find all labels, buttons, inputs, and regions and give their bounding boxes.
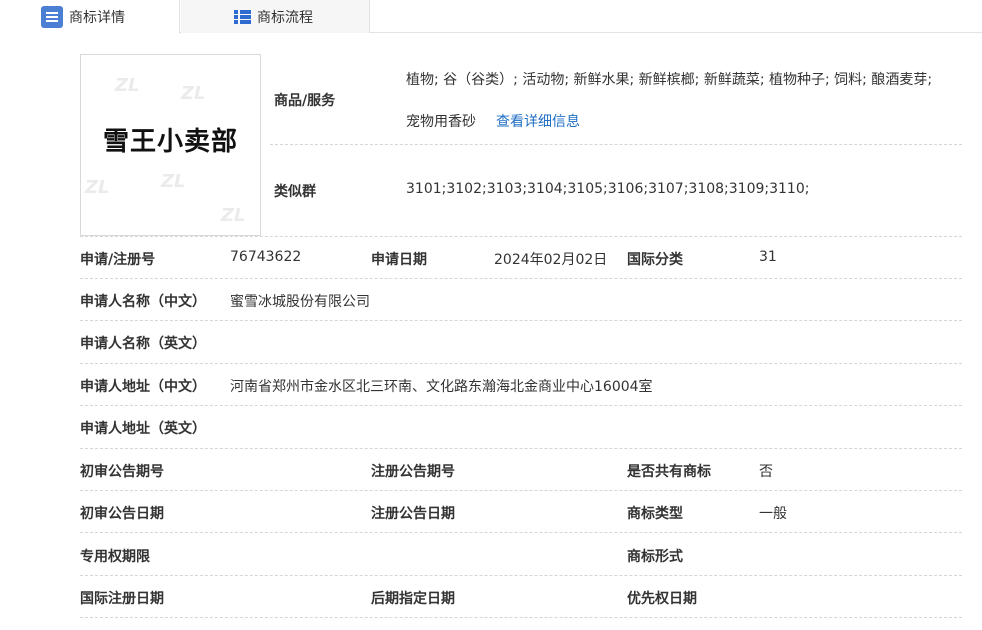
- goods-services-line1: 植物; 谷（谷类）; 活动物; 新鲜水果; 新鲜槟榔; 新鲜蔬菜; 植物种子; …: [406, 72, 933, 88]
- reg-pub-date-label: 注册公告日期: [371, 506, 455, 522]
- logo-watermark-mark: ZL: [161, 171, 186, 192]
- row-divider: [270, 144, 962, 145]
- tab-bar: 商标详情 商标流程: [0, 0, 982, 34]
- view-details-link[interactable]: 查看详细信息: [496, 111, 580, 131]
- logo-watermark-mark: ZL: [221, 205, 246, 226]
- applicant-name-en-label: 申请人名称（英文）: [80, 336, 206, 352]
- row-divider: [80, 236, 962, 237]
- trademark-logo-text: 雪王小卖部: [102, 127, 238, 157]
- shared-trademark-label: 是否共有商标: [627, 464, 711, 480]
- reg-no-value: 76743622: [230, 249, 302, 265]
- list-icon: [234, 9, 251, 25]
- row-divider: [80, 575, 962, 576]
- shared-trademark-value: 否: [759, 464, 773, 480]
- intl-class-value: 31: [759, 249, 777, 265]
- logo-watermark-mark: ZL: [115, 75, 140, 96]
- row-divider: [80, 617, 962, 618]
- row-divider: [80, 320, 962, 321]
- goods-services-label: 商品/服务: [274, 93, 336, 109]
- app-date-value: 2024年02月02日: [494, 252, 608, 268]
- row-divider: [80, 278, 962, 279]
- row-divider: [80, 490, 962, 491]
- applicant-name-cn-label: 申请人名称（中文）: [80, 294, 206, 310]
- tab-trademark-detail-label: 商标详情: [69, 10, 125, 26]
- row-divider: [80, 532, 962, 533]
- applicant-address-cn-label: 申请人地址（中文）: [80, 379, 206, 395]
- goods-services-line2: 宠物用香砂: [406, 114, 476, 130]
- row-divider: [80, 448, 962, 449]
- similar-group-value: 3101;3102;3103;3104;3105;3106;3107;3108;…: [406, 181, 810, 197]
- tab-trademark-detail[interactable]: 商标详情: [0, 0, 180, 34]
- priority-date-label: 优先权日期: [627, 591, 697, 607]
- trademark-form-label: 商标形式: [627, 549, 683, 565]
- trademark-type-label: 商标类型: [627, 506, 683, 522]
- applicant-address-cn-value: 河南省郑州市金水区北三环南、文化路东瀚海北金商业中心16004室: [230, 379, 653, 395]
- later-designation-date-label: 后期指定日期: [371, 591, 455, 607]
- exclusive-right-period-label: 专用权期限: [80, 549, 150, 565]
- logo-watermark-mark: ZL: [85, 177, 110, 198]
- prelim-pub-date-label: 初审公告日期: [80, 506, 164, 522]
- tab-trademark-flow[interactable]: 商标流程: [181, 0, 370, 33]
- similar-group-label: 类似群: [274, 184, 316, 200]
- prelim-pub-no-label: 初审公告期号: [80, 464, 164, 480]
- trademark-type-value: 一般: [759, 506, 787, 522]
- document-list-icon: [41, 6, 63, 28]
- applicant-name-cn-value: 蜜雪冰城股份有限公司: [230, 294, 370, 310]
- app-date-label: 申请日期: [371, 252, 427, 268]
- applicant-address-en-label: 申请人地址（英文）: [80, 421, 206, 437]
- reg-pub-no-label: 注册公告期号: [371, 464, 455, 480]
- tab-trademark-flow-label: 商标流程: [257, 9, 313, 26]
- logo-watermark-mark: ZL: [181, 83, 206, 104]
- row-divider: [80, 363, 962, 364]
- intl-reg-date-label: 国际注册日期: [80, 591, 164, 607]
- reg-no-label: 申请/注册号: [80, 252, 156, 268]
- intl-class-label: 国际分类: [627, 252, 683, 268]
- row-divider: [80, 405, 962, 406]
- trademark-image: ZL ZL ZL ZL ZL 雪王小卖部: [80, 54, 261, 236]
